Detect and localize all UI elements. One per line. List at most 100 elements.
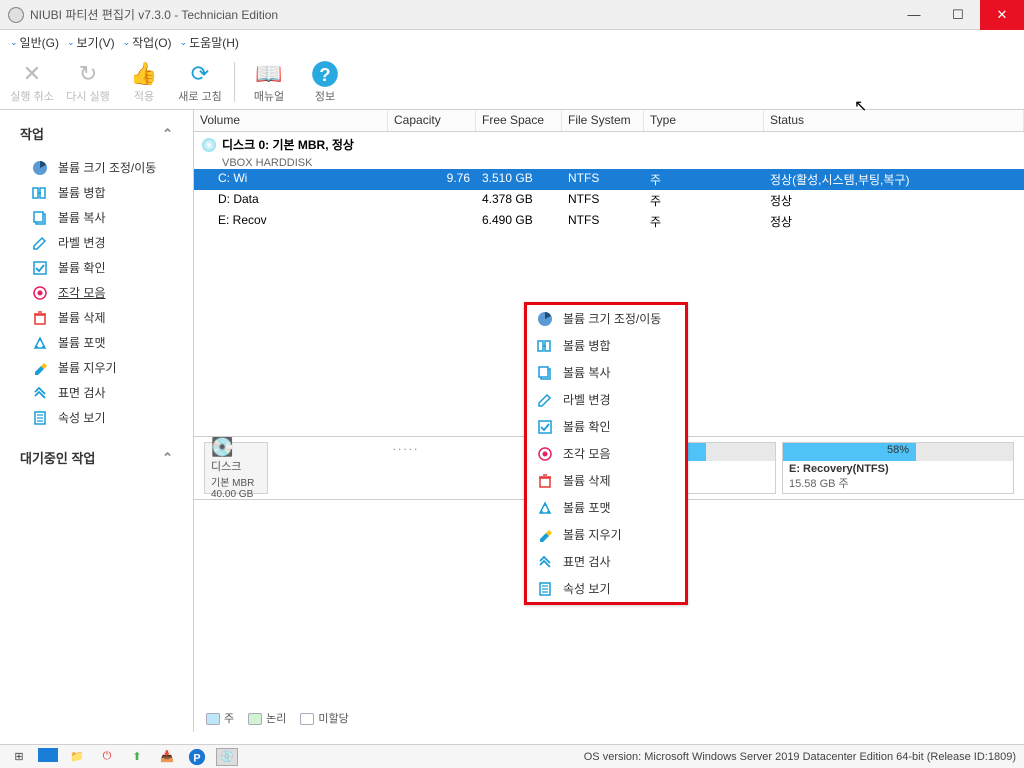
redo-button[interactable]: ↻다시 실행 — [66, 60, 110, 104]
info-button[interactable]: ?정보 — [303, 60, 347, 104]
surface-icon — [32, 385, 48, 401]
delete-icon — [32, 310, 48, 326]
volume-row[interactable]: D: Data4.378 GBNTFS주정상 — [194, 190, 1024, 211]
book-icon: 📖 — [255, 60, 283, 88]
merge-icon — [537, 338, 553, 354]
context-item-check[interactable]: 볼륨 확인 — [527, 413, 685, 440]
maximize-button[interactable]: ☐ — [936, 0, 980, 30]
disk-header[interactable]: 디스크 0: 기본 MBR, 정상 — [194, 132, 1024, 157]
menu-help[interactable]: ⌄도움말(H) — [180, 34, 239, 51]
svg-text:P: P — [193, 752, 200, 764]
status-text: OS version: Microsoft Windows Server 201… — [584, 751, 1024, 763]
manual-button[interactable]: 📖매뉴얼 — [247, 60, 291, 104]
context-menu: 볼륨 크기 조정/이동볼륨 병합볼륨 복사라벨 변경볼륨 확인조각 모음볼륨 삭… — [524, 302, 688, 605]
context-item-merge[interactable]: 볼륨 병합 — [527, 332, 685, 359]
sidebar-item-label: 볼륨 확인 — [58, 259, 106, 276]
col-volume[interactable]: Volume — [194, 110, 388, 131]
merge-icon — [32, 185, 48, 201]
context-item-label[interactable]: 라벨 변경 — [527, 386, 685, 413]
minimize-button[interactable]: — — [892, 0, 936, 30]
context-item-delete[interactable]: 볼륨 삭제 — [527, 467, 685, 494]
taskbar-app1-icon[interactable]: ⬆ — [126, 748, 148, 766]
disk-map-disk[interactable]: 💽 디스크 기본 MBR 40.00 GB — [204, 442, 268, 494]
thumbs-up-icon: 👍 — [130, 60, 158, 88]
disk-icon — [202, 138, 216, 152]
context-item-props[interactable]: 속성 보기 — [527, 575, 685, 602]
sidebar-item-label: 볼륨 크기 조정/이동 — [58, 159, 156, 176]
pie-icon — [32, 160, 48, 176]
volume-row[interactable]: E: Recov6.490 GBNTFS주정상 — [194, 211, 1024, 232]
menubar: ⌄일반(G) ⌄보기(V) ⌄작업(O) ⌄도움말(H) — [0, 30, 1024, 54]
taskbar-start-icon[interactable]: ⊞ — [8, 748, 30, 766]
refresh-icon: ⟳ — [186, 60, 214, 88]
sidebar-item-check[interactable]: 볼륨 확인 — [0, 255, 193, 280]
context-item-pie[interactable]: 볼륨 크기 조정/이동 — [527, 305, 685, 332]
pie-icon — [537, 311, 553, 327]
col-free[interactable]: Free Space — [476, 110, 562, 131]
context-item-format[interactable]: 볼륨 포맷 — [527, 494, 685, 521]
hdd-icon: 💽 — [211, 437, 261, 458]
label-icon — [32, 235, 48, 251]
props-icon — [537, 581, 553, 597]
sidebar-item-pie[interactable]: 볼륨 크기 조정/이동 — [0, 155, 193, 180]
context-item-surface[interactable]: 표면 검사 — [527, 548, 685, 575]
sidebar-item-label: 볼륨 복사 — [58, 209, 106, 226]
chevron-down-icon: ⌄ — [123, 37, 131, 48]
taskbar-power-icon[interactable]: ⏻ — [96, 748, 118, 766]
sidebar-item-merge[interactable]: 볼륨 병합 — [0, 180, 193, 205]
sidebar-item-defrag[interactable]: 조각 모음 — [0, 280, 193, 305]
label-icon — [537, 392, 553, 408]
menu-view[interactable]: ⌄보기(V) — [67, 34, 115, 51]
undo-button[interactable]: ✕실행 취소 — [10, 60, 54, 104]
window-title: NIUBI 파티션 편집기 v7.3.0 - Technician Editio… — [30, 6, 892, 23]
redo-icon: ↻ — [74, 60, 102, 88]
taskbar-explorer-icon[interactable]: 📁 — [66, 748, 88, 766]
sidebar-item-label: 볼륨 삭제 — [58, 309, 106, 326]
context-item-defrag[interactable]: 조각 모음 — [527, 440, 685, 467]
context-item-copy[interactable]: 볼륨 복사 — [527, 359, 685, 386]
sidebar-item-label: 볼륨 포맷 — [58, 334, 106, 351]
legend: 주 논리 미할당 — [194, 704, 1024, 732]
chevron-down-icon: ⌄ — [67, 37, 75, 48]
sidebar-item-format[interactable]: 볼륨 포맷 — [0, 330, 193, 355]
sidebar-item-props[interactable]: 속성 보기 — [0, 405, 193, 430]
context-item-label: 볼륨 지우기 — [563, 526, 622, 543]
taskbar-desktop-icon[interactable] — [38, 748, 58, 762]
taskbar-app3-icon[interactable]: P — [186, 748, 208, 766]
defrag-icon — [537, 446, 553, 462]
context-item-label: 표면 검사 — [563, 553, 611, 570]
refresh-button[interactable]: ⟳새로 고침 — [178, 60, 222, 104]
apply-button[interactable]: 👍적용 — [122, 60, 166, 104]
volume-row[interactable]: C: Wi9.76 3.510 GBNTFS주정상(활성,시스템,부팅,복구) — [194, 169, 1024, 190]
disk-map-partition[interactable]: 58%E: Recovery(NTFS)15.58 GB 주 — [782, 442, 1014, 494]
col-type[interactable]: Type — [644, 110, 764, 131]
col-fs[interactable]: File System — [562, 110, 644, 131]
sidebar-item-surface[interactable]: 표면 검사 — [0, 380, 193, 405]
close-button[interactable]: ✕ — [980, 0, 1024, 30]
context-item-label: 볼륨 복사 — [563, 364, 611, 381]
menu-task[interactable]: ⌄작업(O) — [123, 34, 172, 51]
col-capacity[interactable]: Capacity — [388, 110, 476, 131]
sidebar-item-label: 표면 검사 — [58, 384, 106, 401]
context-item-wipe[interactable]: 볼륨 지우기 — [527, 521, 685, 548]
taskbar-app2-icon[interactable]: 📥 — [156, 748, 178, 766]
format-icon — [32, 335, 48, 351]
undo-icon: ✕ — [18, 60, 46, 88]
sidebar-pending-header[interactable]: 대기중인 작업 ⌃ — [0, 440, 193, 475]
sidebar-item-copy[interactable]: 볼륨 복사 — [0, 205, 193, 230]
sidebar-item-delete[interactable]: 볼륨 삭제 — [0, 305, 193, 330]
context-item-label: 볼륨 확인 — [563, 418, 611, 435]
menu-general[interactable]: ⌄일반(G) — [10, 34, 59, 51]
context-item-label: 볼륨 병합 — [563, 337, 611, 354]
sidebar-item-label[interactable]: 라벨 변경 — [0, 230, 193, 255]
sidebar-task-header[interactable]: 작업 ⌃ — [0, 116, 193, 151]
sidebar-item-wipe[interactable]: 볼륨 지우기 — [0, 355, 193, 380]
chevron-up-icon: ⌃ — [162, 126, 173, 142]
context-item-label: 볼륨 크기 조정/이동 — [563, 310, 661, 327]
taskbar-niubi-icon[interactable]: 💿 — [216, 748, 238, 766]
defrag-icon — [32, 285, 48, 301]
context-item-label: 볼륨 삭제 — [563, 472, 611, 489]
app-icon — [8, 7, 24, 23]
col-status[interactable]: Status — [764, 110, 1024, 131]
toolbar: ✕실행 취소 ↻다시 실행 👍적용 ⟳새로 고침 📖매뉴얼 ?정보 — [0, 54, 1024, 110]
